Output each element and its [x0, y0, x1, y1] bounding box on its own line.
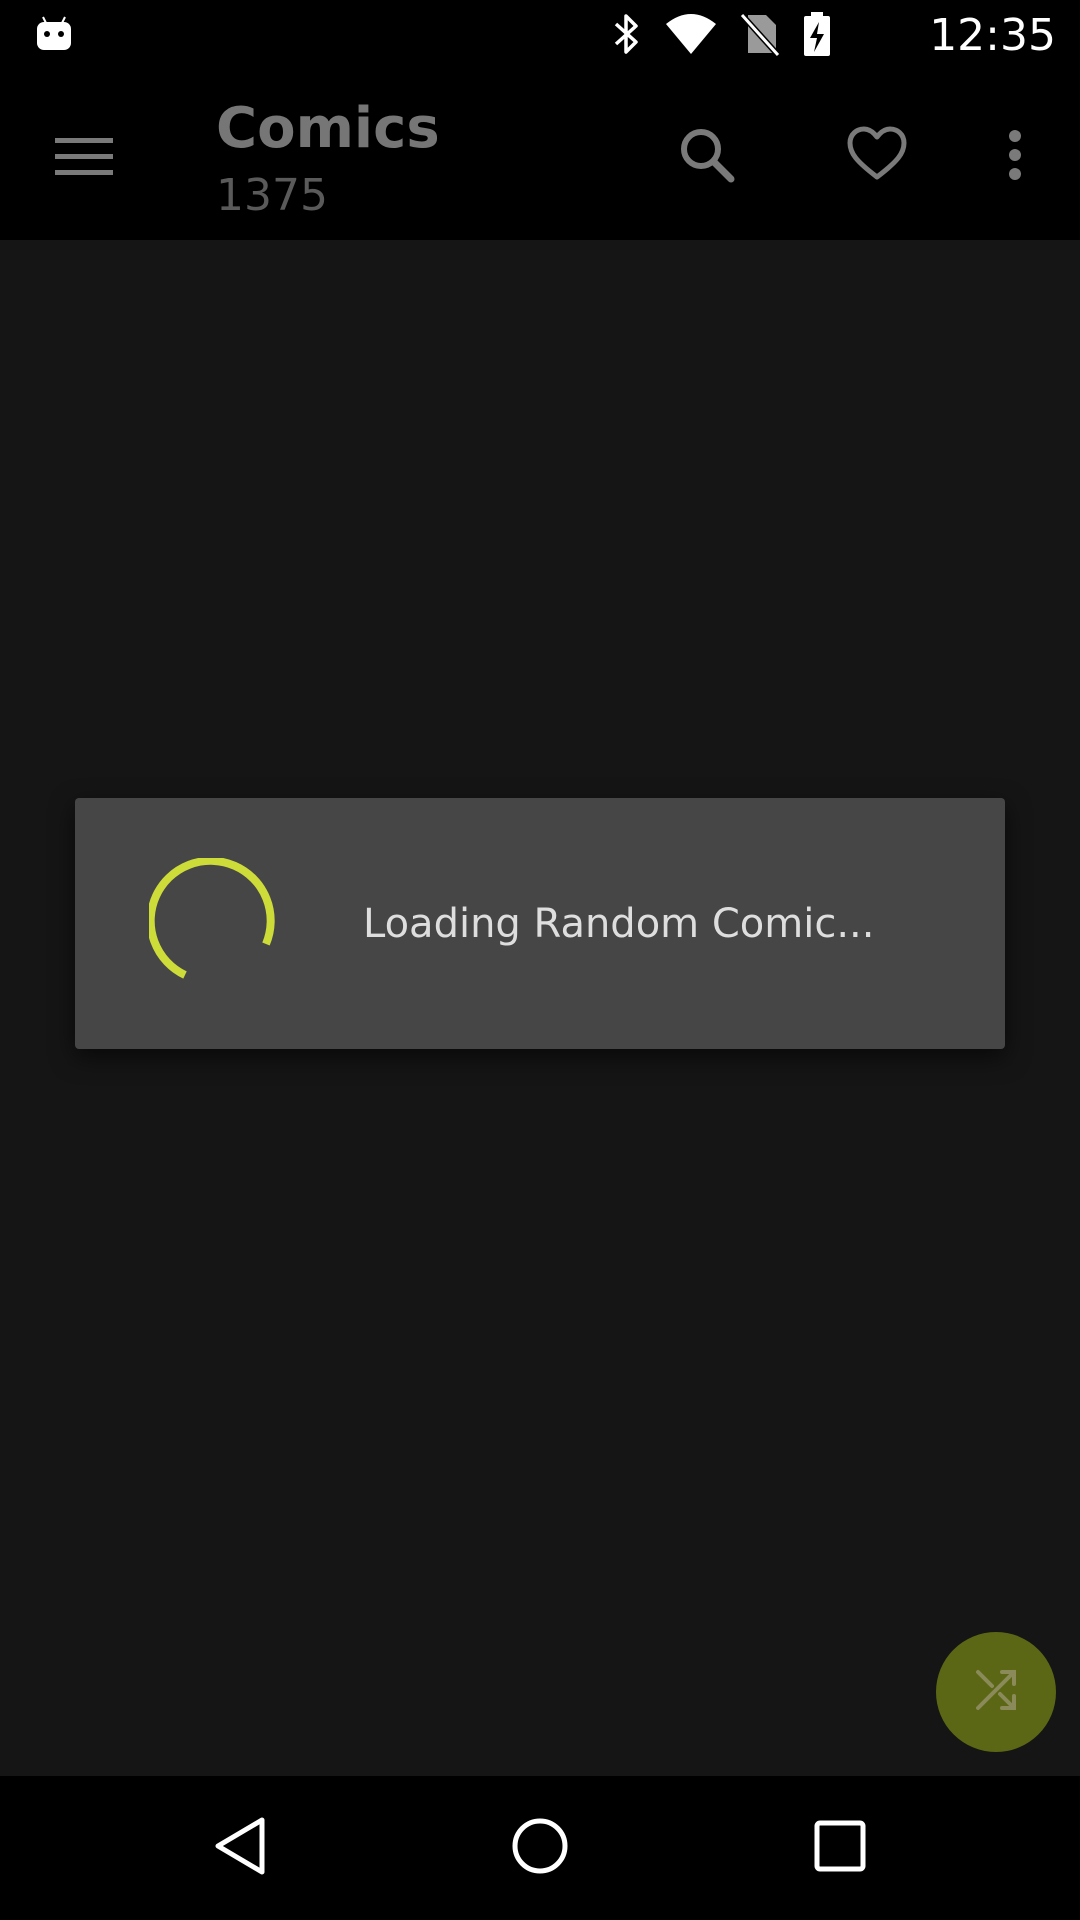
- bluetooth-icon: [612, 10, 642, 62]
- status-bar: 12:35: [0, 0, 1080, 72]
- loading-spinner-icon: [146, 856, 285, 994]
- recents-icon: [813, 1819, 867, 1877]
- no-sim-icon: [739, 11, 781, 61]
- favorite-button[interactable]: [832, 110, 922, 200]
- toolbar-subtitle: 1375: [216, 170, 328, 221]
- home-icon: [510, 1816, 570, 1880]
- app-toolbar: Comics 1375: [0, 72, 1080, 240]
- menu-icon: [55, 136, 115, 182]
- android-icon: [34, 14, 74, 54]
- shuffle-icon: [972, 1666, 1020, 1718]
- search-button[interactable]: [662, 112, 752, 202]
- menu-button[interactable]: [40, 114, 130, 204]
- nav-back-button[interactable]: [190, 1798, 290, 1898]
- status-time: 12:35: [929, 10, 1056, 61]
- wifi-icon: [664, 12, 718, 60]
- loading-message: Loading Random Comic...: [363, 901, 875, 947]
- loading-dialog: Loading Random Comic...: [75, 798, 1005, 1049]
- back-icon: [212, 1816, 268, 1880]
- more-vert-icon: [1007, 129, 1023, 185]
- heart-icon: [846, 125, 908, 185]
- more-options-button[interactable]: [990, 112, 1040, 202]
- navigation-bar: [0, 1776, 1080, 1920]
- nav-recents-button[interactable]: [790, 1798, 890, 1898]
- nav-home-button[interactable]: [490, 1798, 590, 1898]
- toolbar-title: Comics: [216, 96, 440, 161]
- random-comic-fab[interactable]: [936, 1632, 1056, 1752]
- battery-charging-icon: [802, 10, 832, 62]
- search-icon: [677, 125, 737, 189]
